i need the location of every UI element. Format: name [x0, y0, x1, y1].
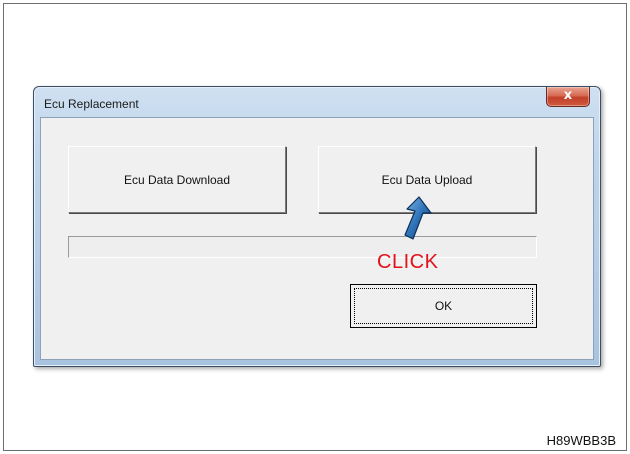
dialog-titlebar[interactable]: Ecu Replacement x	[34, 87, 600, 117]
ecu-data-download-button[interactable]: Ecu Data Download	[68, 146, 286, 213]
close-icon: x	[563, 88, 573, 103]
dialog-client-area: Ecu Data Download Ecu Data Upload OK	[40, 117, 594, 360]
figure-code: H89WBB3B	[546, 433, 616, 448]
close-button[interactable]: x	[546, 87, 590, 107]
dialog-title: Ecu Replacement	[44, 97, 139, 111]
click-annotation: CLICK	[377, 251, 439, 273]
ecu-replacement-dialog: Ecu Replacement x Ecu Data Download Ecu …	[33, 86, 601, 367]
progress-bar	[68, 236, 537, 258]
arrow-pointer-icon	[404, 196, 432, 240]
ok-button[interactable]: OK	[350, 284, 537, 328]
upload-button-label: Ecu Data Upload	[381, 172, 473, 187]
ok-button-label: OK	[434, 299, 453, 313]
download-button-label: Ecu Data Download	[123, 172, 231, 187]
